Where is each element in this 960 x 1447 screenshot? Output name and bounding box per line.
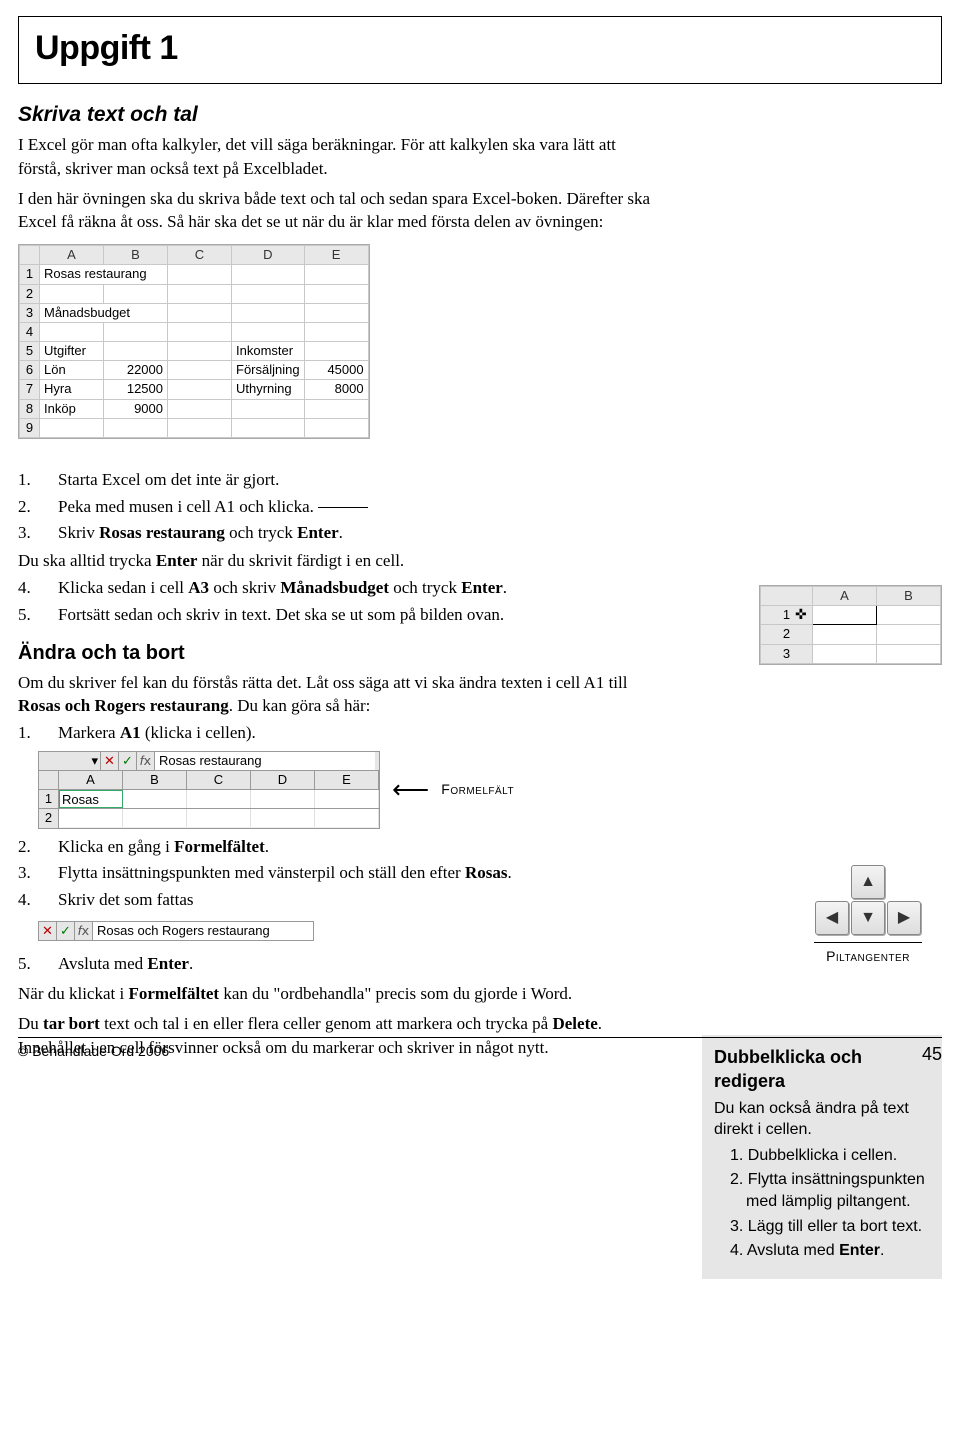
intro-para-2: I den här övningen ska du skriva både te… bbox=[18, 187, 658, 235]
formula-bar-label: Formelfält bbox=[441, 780, 514, 800]
mini-grid-illustration: AB 1 2 3 ✜ bbox=[759, 585, 942, 672]
list-item: 3. Lägg till eller ta bort text. bbox=[730, 1216, 930, 1238]
steps-list-2a: 1.Markera A1 (klicka i cellen). bbox=[18, 721, 658, 745]
cancel-icon: ✕ bbox=[39, 922, 57, 940]
col-header: D bbox=[232, 246, 305, 265]
arrow-keys-illustration: ▲ ◀ ▼ ▶ Piltangenter bbox=[814, 864, 922, 967]
cancel-icon: ✕ bbox=[101, 752, 119, 770]
section-heading-2: Ändra och ta bort bbox=[18, 639, 658, 667]
formula-text: Rosas restaurang bbox=[155, 752, 375, 770]
excel-grid: A B C D E 1Rosas restaurang 2 3Månadsbud… bbox=[19, 245, 369, 438]
page-number: 45 bbox=[922, 1042, 942, 1067]
section-heading-1: Skriva text och tal bbox=[18, 100, 658, 129]
page-title: Uppgift 1 bbox=[35, 25, 925, 73]
up-arrow-key: ▲ bbox=[851, 865, 885, 899]
list-item: 1.Markera A1 (klicka i cellen). bbox=[38, 721, 658, 745]
fx-icon: fⅹ bbox=[137, 752, 155, 770]
formula-text-2: Rosas och Rogers restaurang bbox=[93, 922, 313, 940]
arrow-left-icon: ⟵ bbox=[392, 772, 429, 808]
list-item: 3.Flytta insättningspunkten med vänsterp… bbox=[38, 861, 658, 885]
list-item: 1. Dubbelklicka i cellen. bbox=[730, 1145, 930, 1167]
accept-icon: ✓ bbox=[119, 752, 137, 770]
arrow-keys-label: Piltangenter bbox=[814, 947, 922, 967]
list-item: 4.Skriv det som fattas bbox=[38, 888, 658, 912]
col-header: E bbox=[304, 246, 368, 265]
col-header: B bbox=[104, 246, 168, 265]
list-item: 1.Starta Excel om det inte är gjort. bbox=[38, 468, 658, 492]
list-item: 2. Flytta insättningspunkten med lämplig… bbox=[730, 1169, 930, 1212]
para-after: När du klickat i Formelfältet kan du "or… bbox=[18, 982, 658, 1006]
excel-table-1: A B C D E 1Rosas restaurang 2 3Månadsbud… bbox=[18, 244, 370, 439]
down-arrow-key: ▼ bbox=[851, 901, 885, 935]
steps-list-1b: 4.Klicka sedan i cell A3 och skriv Månad… bbox=[18, 576, 658, 627]
cursor-icon: ✜ bbox=[795, 605, 807, 625]
accept-icon: ✓ bbox=[57, 922, 75, 940]
list-item: 4.Klicka sedan i cell A3 och skriv Månad… bbox=[38, 576, 658, 600]
list-item: 4. Avsluta med Enter. bbox=[730, 1240, 930, 1262]
list-item: 2.Peka med musen i cell A1 och klicka. bbox=[38, 495, 658, 519]
col-header: C bbox=[168, 246, 232, 265]
list-item: 5.Avsluta med Enter. bbox=[38, 952, 658, 976]
formula-bar-2: ✕ ✓ fⅹ Rosas och Rogers restaurang bbox=[38, 921, 314, 941]
list-item: 5.Fortsätt sedan och skriv in text. Det … bbox=[38, 603, 658, 627]
title-box: Uppgift 1 bbox=[18, 16, 942, 84]
steps-list-1: 1.Starta Excel om det inte är gjort. 2.P… bbox=[18, 468, 658, 545]
footer-copyright: © Behandlade Ord 2006 bbox=[18, 1042, 169, 1067]
name-box-dropdown: ▾ bbox=[39, 752, 101, 770]
steps-list-2b: 2.Klicka en gång i Formelfältet. 3.Flytt… bbox=[18, 835, 658, 912]
sidebar-box: Dubbelklicka och redigera Du kan också ä… bbox=[702, 1035, 942, 1279]
sidebar-lead: Du kan också ändra på text direkt i cell… bbox=[714, 1098, 930, 1141]
fx-icon: fⅹ bbox=[75, 922, 93, 940]
left-arrow-key: ◀ bbox=[815, 901, 849, 935]
list-item: 3.Skriv Rosas restaurang och tryck Enter… bbox=[38, 521, 658, 545]
para-edit: Om du skriver fel kan du förstås rätta d… bbox=[18, 671, 658, 719]
steps-list-2c: 5.Avsluta med Enter. bbox=[18, 952, 658, 976]
mid-note: Du ska alltid trycka Enter när du skrivi… bbox=[18, 549, 658, 573]
page-footer: © Behandlade Ord 2006 45 bbox=[18, 1037, 942, 1067]
formula-bar-illustration: ▾ ✕ ✓ fⅹ Rosas restaurang A B C D E 1 Ro… bbox=[38, 751, 658, 829]
col-header: A bbox=[40, 246, 104, 265]
sidebar-list: 1. Dubbelklicka i cellen. 2. Flytta insä… bbox=[714, 1145, 930, 1262]
right-arrow-key: ▶ bbox=[887, 901, 921, 935]
list-item: 2.Klicka en gång i Formelfältet. bbox=[38, 835, 658, 859]
intro-para-1: I Excel gör man ofta kalkyler, det vill … bbox=[18, 133, 658, 181]
